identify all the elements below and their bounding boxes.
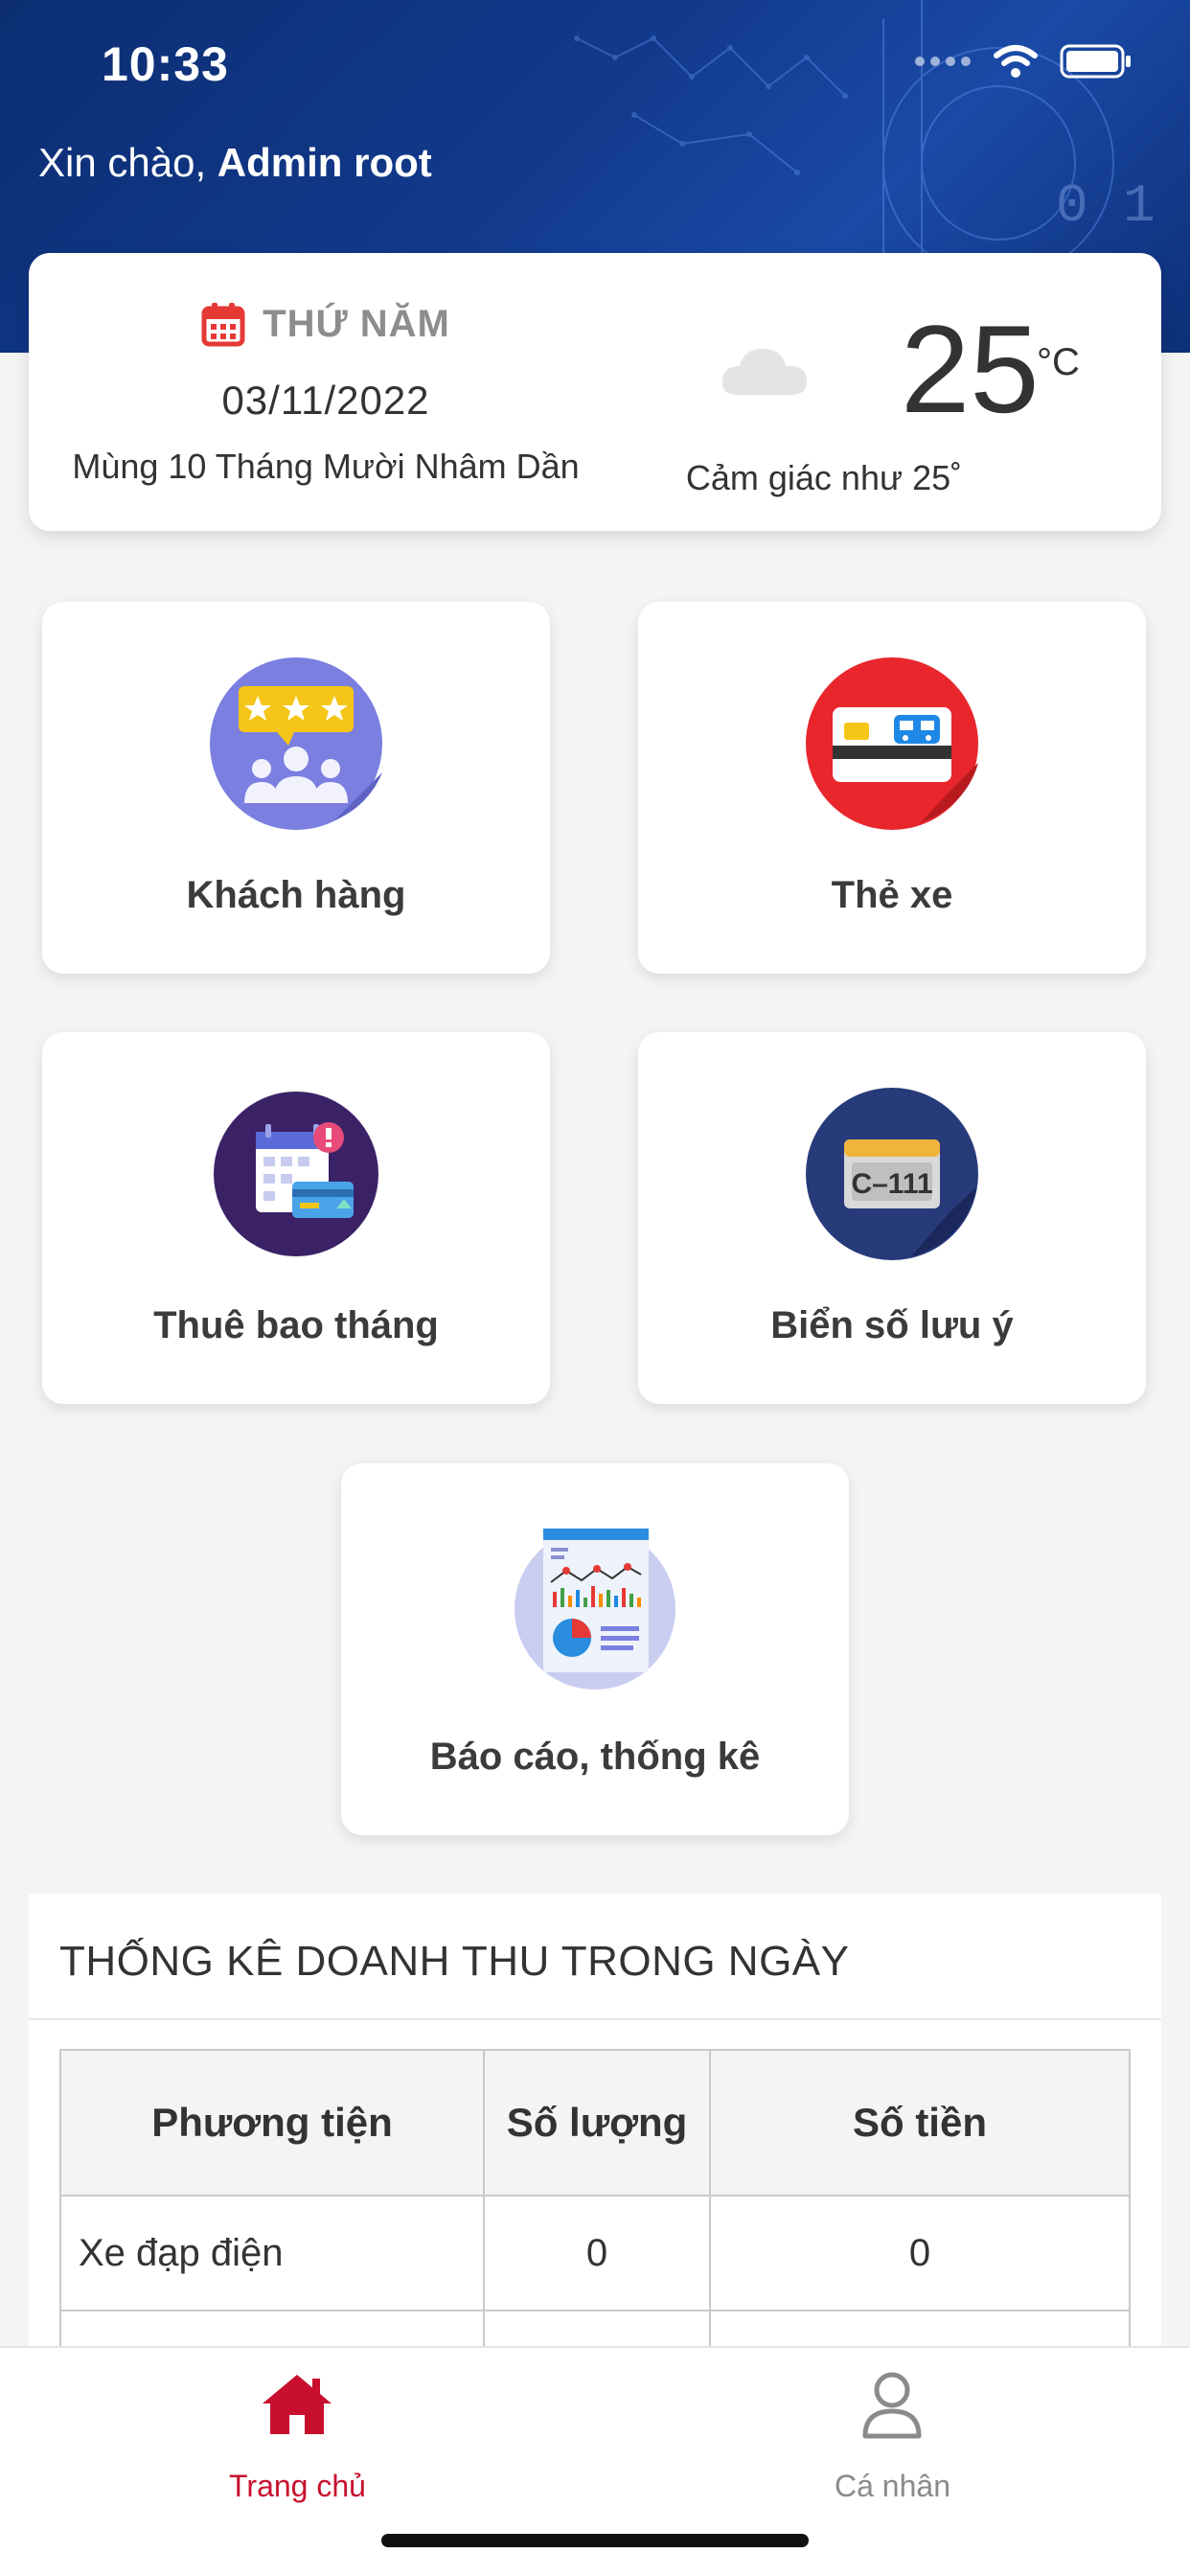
column-header-quantity: Số lượng [483,2049,711,2196]
day-row: THỨ NĂM [29,301,623,347]
lunar-date: Mùng 10 Tháng Mười Nhâm Dần [72,447,580,486]
cloud-icon [721,349,807,395]
home-indicator[interactable] [381,2534,809,2547]
date-block: THỨ NĂM 03/11/2022 Mùng 10 Tháng Mười Nh… [29,253,623,531]
status-icons [914,42,1133,80]
column-header-vehicle: Phương tiện [59,2049,485,2196]
tile-label: Khách hàng [186,874,406,916]
day-name: THỨ NĂM [263,302,450,345]
tile-reports[interactable]: Báo cáo, thống kê [341,1463,849,1835]
tile-license-plate[interactable]: C–111 Biển số lưu ý [638,1032,1146,1404]
greeting-prefix: Xin chào, [38,140,217,185]
tile-monthly-subscription[interactable]: Thuê bao tháng [42,1032,550,1404]
customers-rating-icon [210,657,382,830]
svg-text:C–111: C–111 [851,1168,932,1200]
battery-icon [1060,44,1131,79]
tile-vehicle-card[interactable]: Thẻ xe [638,602,1146,974]
tile-label: Biển số lưu ý [770,1304,1014,1346]
calendar-icon [201,303,245,347]
date-weather-card: THỨ NĂM 03/11/2022 Mùng 10 Tháng Mười Nh… [29,253,1161,531]
table-cell-quantity: 0 [483,2195,711,2312]
report-chart-icon [515,1529,675,1690]
monthly-subscription-icon [214,1092,378,1256]
table-cell-amount: 0 [709,2195,1131,2312]
tile-customers[interactable]: Khách hàng [42,602,550,974]
svg-text:0: 0 [1056,175,1088,237]
greeting: Xin chào, Admin root [38,140,432,186]
current-date: 03/11/2022 [221,378,430,423]
revenue-title: THỐNG KÊ DOANH THU TRONG NGÀY [59,1938,850,1985]
wifi-icon [994,45,1038,78]
vehicle-card-icon [806,657,978,830]
signal-dots-icon [915,57,971,66]
weather-block: 25 °C Cảm giác như 25˚ [623,253,1161,531]
tab-home[interactable]: Trang chủ [0,2348,595,2540]
tab-profile[interactable]: Cá nhân [595,2348,1190,2540]
license-plate-icon: C–111 [806,1088,978,1260]
tile-label: Thuê bao tháng [153,1304,439,1346]
user-name: Admin root [217,140,432,185]
temperature-unit: °C [1037,341,1080,383]
tile-label: Thẻ xe [831,874,953,916]
home-icon [263,2375,332,2434]
user-icon [862,2372,922,2439]
status-bar: 10:33 [0,0,1190,126]
tile-label: Báo cáo, thống kê [429,1736,761,1778]
tab-label: Trang chủ [229,2469,366,2503]
tab-label: Cá nhân [835,2469,950,2503]
table-header-row: Phương tiện Số lượng Số tiền [59,2049,1131,2196]
divider [29,2018,1161,2020]
temperature: 25 [901,299,1040,439]
column-header-amount: Số tiền [709,2049,1131,2196]
table-cell-vehicle: Xe đạp điện [59,2195,485,2312]
table-row: Xe đạp điện 0 0 [59,2195,1131,2312]
svg-text:1: 1 [1123,175,1156,237]
status-time: 10:33 [102,37,229,91]
feels-like: Cảm giác như 25˚ [685,458,963,497]
